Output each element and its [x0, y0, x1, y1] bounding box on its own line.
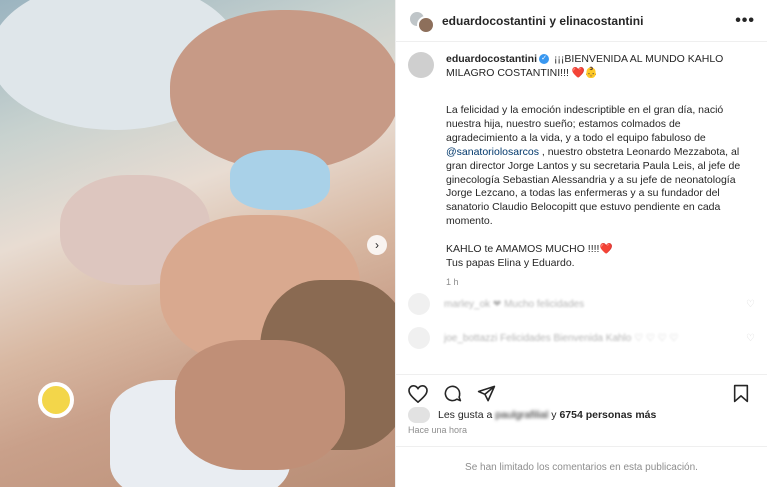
author-joiner: y — [549, 13, 557, 28]
post-photo[interactable]: › — [0, 0, 395, 487]
bookmark-icon — [733, 384, 749, 403]
surgical-mask — [230, 150, 330, 210]
heart-icon[interactable]: ♡ — [746, 299, 755, 310]
caption-body: La felicidad y la emoción indescriptible… — [446, 104, 755, 271]
share-button[interactable] — [476, 384, 496, 404]
avatar[interactable] — [408, 52, 434, 78]
caption-username[interactable]: eduardocostantini — [446, 53, 537, 65]
mention-link[interactable]: @sanatoriolosarcos — [446, 146, 539, 158]
ecg-sensor — [38, 382, 74, 418]
verified-badge-icon: ✓ — [539, 54, 550, 65]
share-icon — [477, 385, 495, 402]
list-item[interactable]: marley_ok ❤ Mucho felicidades ♡ — [408, 290, 755, 318]
like-button[interactable] — [408, 384, 428, 404]
caption-time: 1 h — [446, 276, 459, 287]
post-header: eduardocostantini y elinacostantini ••• — [396, 0, 767, 42]
collab-avatars[interactable] — [408, 8, 435, 34]
avatar — [408, 293, 430, 315]
post-timestamp: Hace una hora — [408, 425, 468, 435]
save-button[interactable] — [731, 384, 751, 404]
author-link[interactable]: eduardocostantini — [442, 14, 546, 28]
comment-text: marley_ok ❤ Mucho felicidades — [444, 298, 585, 310]
caption-paragraph: La felicidad y la emoción indescriptible… — [446, 104, 724, 144]
avatar — [408, 407, 430, 423]
comment-text: joe_bottazzi Felicidades Bienvenida Kahl… — [444, 332, 679, 344]
comments-list: marley_ok ❤ Mucho felicidades ♡ joe_bott… — [408, 290, 755, 370]
comment-icon — [444, 385, 461, 402]
avatar — [417, 15, 435, 34]
caption: eduardocostantini ✓ ¡¡¡BIENVENIDA AL MUND… — [408, 52, 755, 287]
post-authors: eduardocostantini y elinacostantini — [442, 14, 735, 28]
caption-paragraph: Tus papas Elina y Eduardo. — [446, 257, 575, 270]
heart-icon[interactable]: ♡ — [746, 333, 755, 344]
likes-count[interactable]: 6754 personas más — [559, 409, 656, 421]
comment-button[interactable] — [442, 384, 462, 404]
liker-username[interactable]: paulgrafilial — [495, 409, 548, 421]
avatar — [408, 327, 430, 349]
caption-paragraph: KAHLO te AMAMOS MUCHO !!!!❤️ — [446, 243, 613, 256]
post-panel: eduardocostantini y elinacostantini ••• … — [395, 0, 767, 487]
likes-summary: Les gusta a paulgrafilial y 6754 persona… — [408, 407, 755, 423]
likes-joiner: y — [551, 409, 557, 421]
list-item[interactable]: joe_bottazzi Felicidades Bienvenida Kahl… — [408, 324, 755, 352]
comments-limited-notice: Se han limitado los comentarios en esta … — [396, 446, 767, 487]
action-bar — [396, 374, 767, 404]
caption-headline: eduardocostantini ✓ ¡¡¡BIENVENIDA AL MUND… — [446, 52, 755, 80]
heart-icon — [408, 384, 428, 403]
more-options-button[interactable]: ••• — [735, 12, 755, 30]
father-hand — [175, 340, 345, 470]
chevron-right-icon: › — [375, 238, 379, 252]
likes-prefix: Les gusta a — [438, 409, 493, 421]
father-head — [170, 10, 395, 170]
author-link[interactable]: elinacostantini — [559, 14, 643, 28]
next-photo-button[interactable]: › — [367, 235, 387, 255]
